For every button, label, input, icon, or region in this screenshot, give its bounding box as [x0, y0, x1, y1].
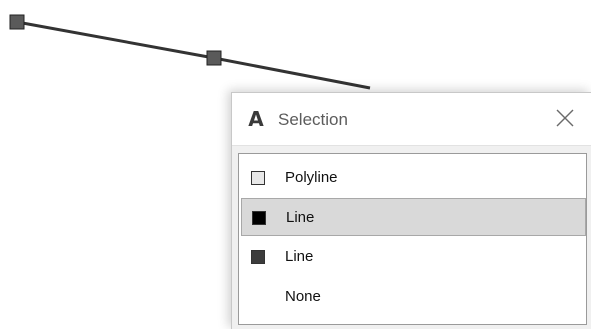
polyline-segment[interactable] — [16, 20, 215, 60]
selection-list: Polyline Line Line None — [238, 153, 587, 325]
selection-dialog: A Selection Polyline Line Line None — [231, 92, 591, 329]
color-swatch — [252, 211, 266, 225]
dialog-titlebar: A Selection — [232, 93, 591, 146]
polyline-segment[interactable] — [213, 56, 371, 90]
color-swatch — [251, 250, 265, 264]
color-swatch — [251, 171, 265, 185]
list-item-label: None — [285, 288, 321, 305]
polyline-grip[interactable] — [9, 14, 25, 30]
list-item-label: Line — [286, 209, 315, 226]
list-item-line[interactable]: Line — [241, 238, 586, 276]
polyline-grip[interactable] — [206, 50, 222, 66]
list-item-label: Polyline — [285, 169, 338, 186]
list-item-none[interactable]: None — [241, 278, 586, 316]
dialog-title: Selection — [278, 110, 348, 129]
list-item-label: Line — [285, 248, 314, 265]
list-item-line[interactable]: Line — [241, 198, 586, 236]
close-icon[interactable] — [553, 106, 577, 130]
autocad-a-icon: A — [248, 107, 264, 131]
list-item-polyline[interactable]: Polyline — [241, 159, 586, 197]
